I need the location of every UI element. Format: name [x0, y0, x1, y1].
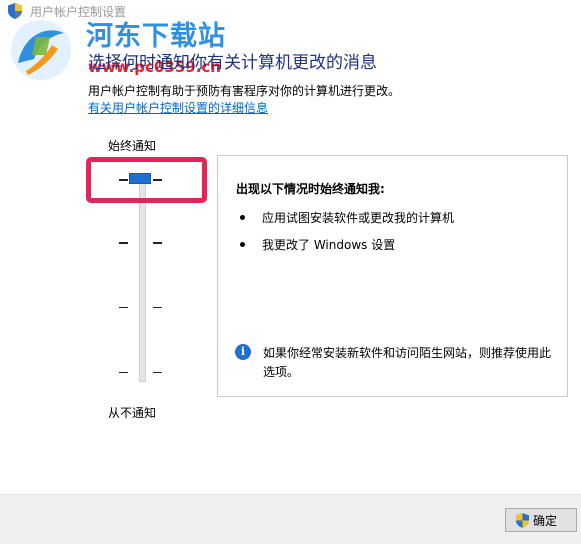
slider-tick [153, 307, 162, 308]
ok-button[interactable]: 确定 [505, 508, 577, 532]
notification-slider-track[interactable] [139, 176, 146, 382]
panel-title: 出现以下情况时始终通知我: [236, 182, 385, 196]
bullet-dot [240, 215, 245, 220]
uac-details-link[interactable]: 有关用户帐户控制设置的详细信息 [88, 99, 268, 116]
slider-top-label: 始终通知 [108, 139, 157, 153]
slider-tick [153, 372, 162, 373]
panel-bullet: 我更改了 Windows 设置 [262, 238, 396, 252]
ok-button-label: 确定 [533, 513, 558, 528]
footer-bar [0, 495, 581, 544]
page-description: 用户帐户控制有助于预防有害程序对你的计算机进行更改。 [88, 84, 401, 98]
slider-tick [119, 307, 128, 308]
uac-shield-icon [516, 512, 529, 528]
panel-bullet: 应用试图安装软件或更改我的计算机 [262, 211, 455, 225]
page-heading: 选择何时通知你有关计算机更改的消息 [88, 53, 377, 73]
level-description-panel: 出现以下情况时始终通知我: 应用试图安装软件或更改我的计算机 我更改了 Wind… [217, 155, 568, 397]
slider-tick [119, 242, 128, 244]
info-icon: i [235, 344, 251, 360]
slider-bottom-label: 从不通知 [108, 406, 157, 420]
slider-tick [119, 372, 128, 373]
slider-tick [153, 242, 162, 244]
site-logo-icon [11, 20, 71, 80]
bullet-dot [240, 242, 245, 247]
recommendation-text: 如果你经常安装新软件和访问陌生网站，则推荐使用此选项。 [263, 346, 552, 379]
highlight-annotation [86, 157, 207, 203]
